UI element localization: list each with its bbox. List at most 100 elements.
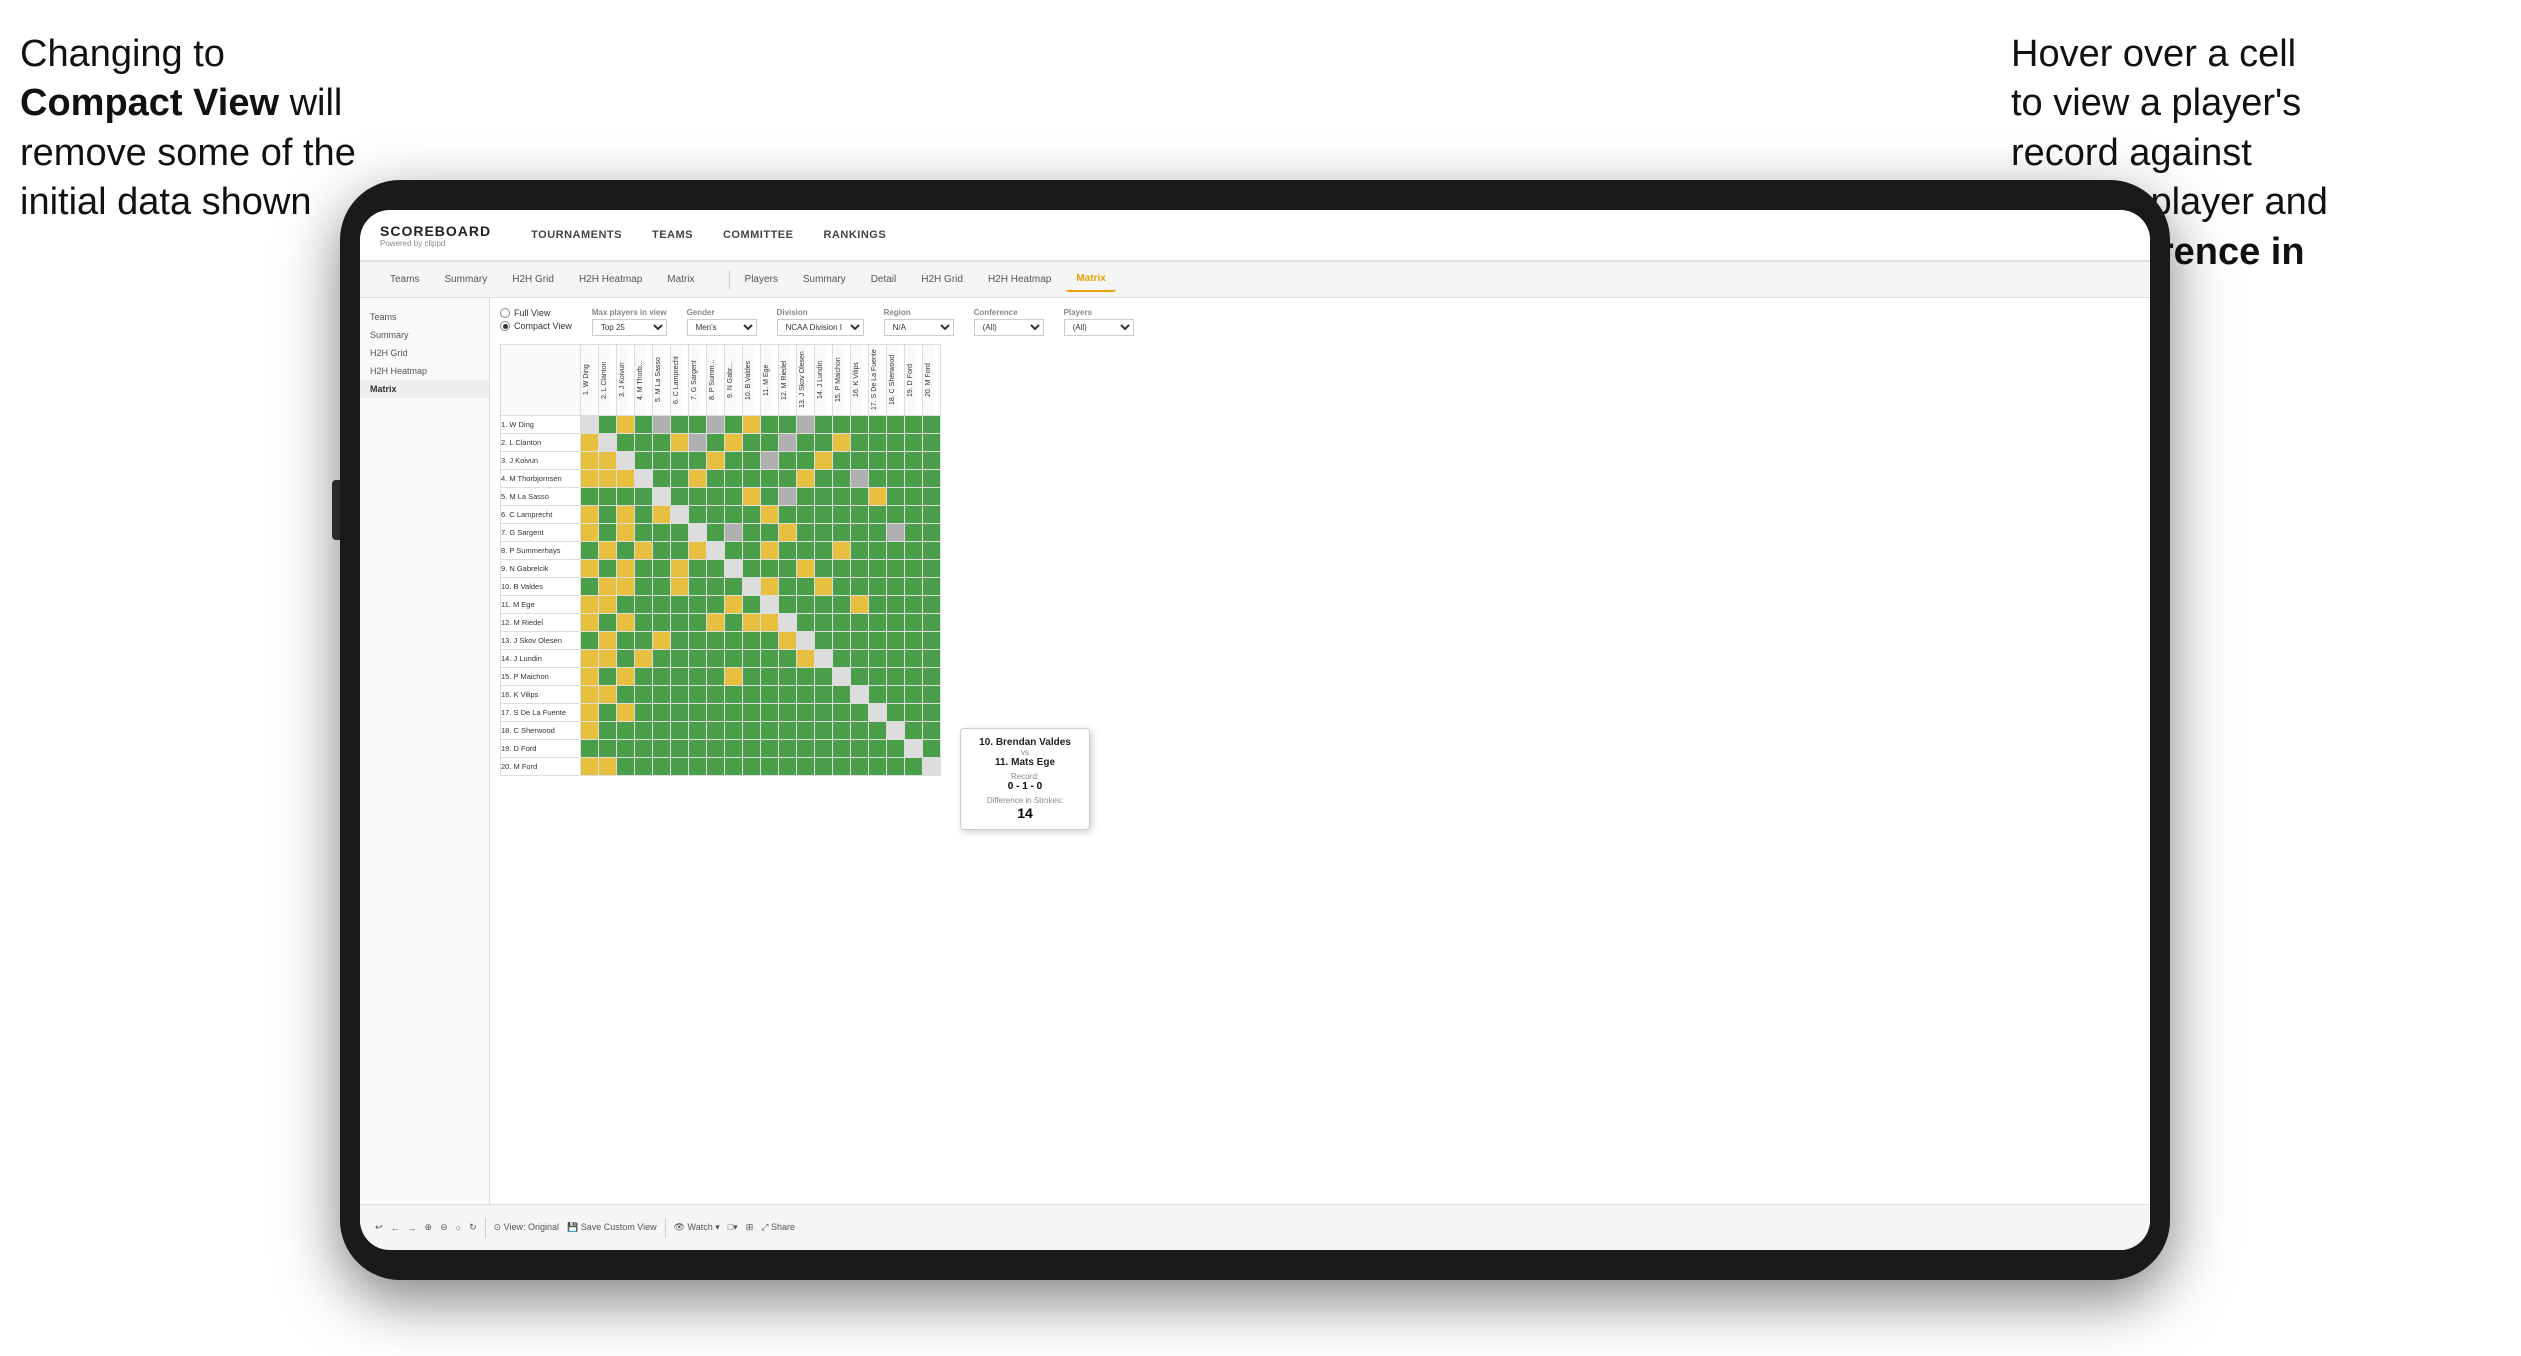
tab-teams[interactable]: Teams xyxy=(380,268,429,291)
matrix-cell[interactable] xyxy=(671,758,689,776)
matrix-cell[interactable] xyxy=(905,686,923,704)
matrix-cell[interactable] xyxy=(761,416,779,434)
matrix-cell[interactable] xyxy=(635,614,653,632)
zoom-in-btn[interactable]: ⊕ xyxy=(425,1222,433,1233)
max-players-select[interactable]: Top 25 xyxy=(592,319,667,336)
matrix-cell[interactable] xyxy=(779,614,797,632)
matrix-cell[interactable] xyxy=(761,434,779,452)
matrix-cell[interactable] xyxy=(671,416,689,434)
matrix-cell[interactable] xyxy=(581,488,599,506)
matrix-cell[interactable] xyxy=(743,668,761,686)
matrix-cell[interactable] xyxy=(689,488,707,506)
matrix-cell[interactable] xyxy=(599,650,617,668)
matrix-cell[interactable] xyxy=(707,758,725,776)
matrix-cell[interactable] xyxy=(725,542,743,560)
matrix-cell[interactable] xyxy=(653,560,671,578)
matrix-cell[interactable] xyxy=(833,650,851,668)
matrix-cell[interactable] xyxy=(707,434,725,452)
matrix-cell[interactable] xyxy=(851,488,869,506)
matrix-cell[interactable] xyxy=(635,416,653,434)
matrix-cell[interactable] xyxy=(653,740,671,758)
matrix-cell[interactable] xyxy=(707,542,725,560)
matrix-cell[interactable] xyxy=(797,470,815,488)
matrix-cell[interactable] xyxy=(761,506,779,524)
matrix-cell[interactable] xyxy=(671,524,689,542)
matrix-cell[interactable] xyxy=(923,722,941,740)
matrix-cell[interactable] xyxy=(797,722,815,740)
matrix-cell[interactable] xyxy=(617,488,635,506)
matrix-cell[interactable] xyxy=(833,416,851,434)
matrix-cell[interactable] xyxy=(689,578,707,596)
matrix-cell[interactable] xyxy=(797,650,815,668)
matrix-cell[interactable] xyxy=(833,704,851,722)
tab-summary[interactable]: Summary xyxy=(434,268,497,291)
matrix-cell[interactable] xyxy=(725,578,743,596)
tab-h2h-heatmap[interactable]: H2H Heatmap xyxy=(569,268,652,291)
matrix-cell[interactable] xyxy=(653,758,671,776)
matrix-cell[interactable] xyxy=(581,740,599,758)
matrix-cell[interactable] xyxy=(923,668,941,686)
matrix-cell[interactable] xyxy=(923,578,941,596)
matrix-cell[interactable] xyxy=(689,524,707,542)
matrix-cell[interactable] xyxy=(779,722,797,740)
matrix-cell[interactable] xyxy=(707,578,725,596)
matrix-cell[interactable] xyxy=(887,506,905,524)
matrix-cell[interactable] xyxy=(923,614,941,632)
matrix-cell[interactable] xyxy=(923,416,941,434)
sidebar-h2h-heatmap[interactable]: H2H Heatmap xyxy=(360,362,489,380)
matrix-cell[interactable] xyxy=(689,758,707,776)
matrix-cell[interactable] xyxy=(725,722,743,740)
matrix-cell[interactable] xyxy=(689,506,707,524)
matrix-cell[interactable] xyxy=(851,740,869,758)
matrix-cell[interactable] xyxy=(725,632,743,650)
matrix-cell[interactable] xyxy=(581,704,599,722)
matrix-cell[interactable] xyxy=(743,758,761,776)
matrix-cell[interactable] xyxy=(761,452,779,470)
matrix-cell[interactable] xyxy=(599,704,617,722)
matrix-cell[interactable] xyxy=(743,578,761,596)
matrix-cell[interactable] xyxy=(599,470,617,488)
matrix-cell[interactable] xyxy=(833,524,851,542)
matrix-cell[interactable] xyxy=(923,596,941,614)
matrix-cell[interactable] xyxy=(761,488,779,506)
matrix-cell[interactable] xyxy=(815,542,833,560)
matrix-cell[interactable] xyxy=(599,506,617,524)
matrix-cell[interactable] xyxy=(707,650,725,668)
matrix-cell[interactable] xyxy=(797,434,815,452)
matrix-cell[interactable] xyxy=(833,560,851,578)
tab-h2h-grid-2[interactable]: H2H Grid xyxy=(911,268,973,291)
tab-matrix-active[interactable]: Matrix xyxy=(1066,267,1115,292)
matrix-cell[interactable] xyxy=(689,614,707,632)
matrix-cell[interactable] xyxy=(581,524,599,542)
matrix-cell[interactable] xyxy=(671,470,689,488)
matrix-cell[interactable] xyxy=(635,686,653,704)
matrix-cell[interactable] xyxy=(653,434,671,452)
sidebar-matrix[interactable]: Matrix xyxy=(360,380,489,398)
matrix-cell[interactable] xyxy=(761,668,779,686)
matrix-cell[interactable] xyxy=(833,614,851,632)
matrix-cell[interactable] xyxy=(905,524,923,542)
matrix-cell[interactable] xyxy=(887,470,905,488)
tab-detail[interactable]: Detail xyxy=(861,268,907,291)
matrix-cell[interactable] xyxy=(653,722,671,740)
matrix-cell[interactable] xyxy=(635,596,653,614)
forward-btn[interactable]: → xyxy=(408,1223,417,1233)
matrix-cell[interactable] xyxy=(761,470,779,488)
matrix-cell[interactable] xyxy=(599,740,617,758)
matrix-cell[interactable] xyxy=(617,470,635,488)
matrix-cell[interactable] xyxy=(887,560,905,578)
matrix-cell[interactable] xyxy=(833,668,851,686)
matrix-cell[interactable] xyxy=(833,488,851,506)
matrix-cell[interactable] xyxy=(779,488,797,506)
matrix-cell[interactable] xyxy=(869,758,887,776)
matrix-cell[interactable] xyxy=(599,452,617,470)
matrix-cell[interactable] xyxy=(905,416,923,434)
matrix-cell[interactable] xyxy=(815,578,833,596)
matrix-cell[interactable] xyxy=(797,596,815,614)
matrix-cell[interactable] xyxy=(905,578,923,596)
matrix-cell[interactable] xyxy=(743,434,761,452)
matrix-cell[interactable] xyxy=(923,506,941,524)
matrix-cell[interactable] xyxy=(635,668,653,686)
matrix-cell[interactable] xyxy=(725,650,743,668)
matrix-cell[interactable] xyxy=(725,758,743,776)
